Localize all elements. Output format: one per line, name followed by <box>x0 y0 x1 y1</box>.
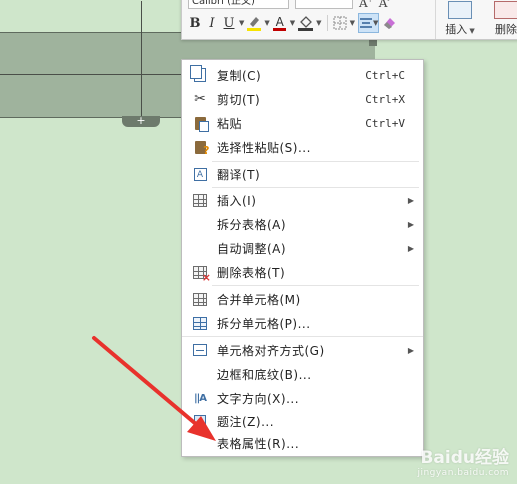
watermark-text: Baidu经验 <box>420 448 509 468</box>
watermark: Baidu经验 jingyan.baidu.com <box>417 443 509 478</box>
watermark-url: jingyan.baidu.com <box>417 468 509 478</box>
annotation-arrow <box>92 336 216 441</box>
